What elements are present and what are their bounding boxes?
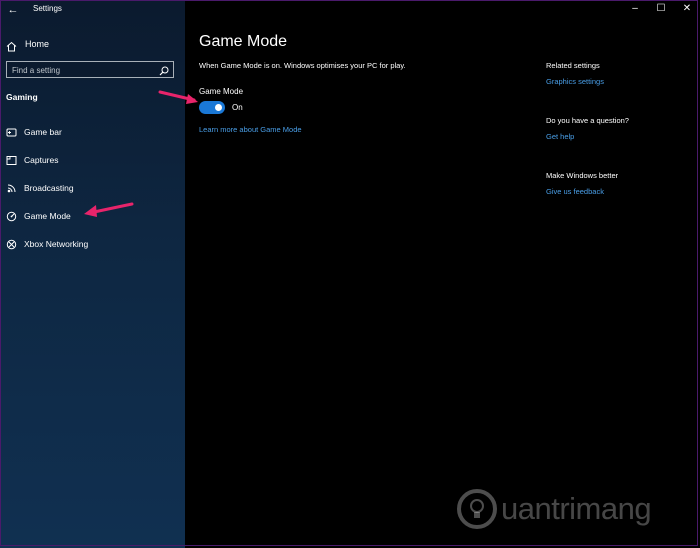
game-mode-toggle[interactable] xyxy=(199,101,225,114)
feedback-link[interactable]: Give us feedback xyxy=(546,187,604,196)
search-icon[interactable] xyxy=(158,64,170,76)
pointer-arrow-icon xyxy=(158,90,198,104)
related-settings-heading: Related settings xyxy=(546,61,600,70)
sidebar-item-xbox-networking[interactable]: Xbox Networking xyxy=(6,236,176,252)
sidebar-item-label: Game bar xyxy=(24,127,62,137)
sidebar-item-broadcasting[interactable]: Broadcasting xyxy=(6,180,176,196)
captures-icon xyxy=(6,155,17,166)
toggle-state: On xyxy=(232,103,243,112)
sidebar-item-label: Xbox Networking xyxy=(24,239,89,249)
sidebar-item-game-bar[interactable]: Game bar xyxy=(6,124,176,140)
search-box[interactable] xyxy=(6,61,174,78)
home-icon xyxy=(6,39,17,51)
game-mode-icon xyxy=(6,211,17,222)
get-help-link[interactable]: Get help xyxy=(546,132,574,141)
page-title: Game Mode xyxy=(199,33,288,50)
sidebar: Home Gaming Game bar Captures Broadcasti… xyxy=(0,0,185,548)
learn-more-link[interactable]: Learn more about Game Mode xyxy=(199,125,302,134)
lightbulb-logo-icon xyxy=(457,489,497,529)
app-title: Settings xyxy=(33,4,62,13)
description-text: When Game Mode is on. Windows optimises … xyxy=(199,61,406,70)
sidebar-item-label: Game Mode xyxy=(24,211,71,221)
sidebar-item-label: Captures xyxy=(24,155,59,165)
section-title: Gaming xyxy=(6,92,38,102)
sidebar-item-label: Broadcasting xyxy=(24,183,74,193)
graphics-settings-link[interactable]: Graphics settings xyxy=(546,77,604,86)
main-content: Game Mode When Game Mode is on. Windows … xyxy=(185,0,700,548)
toggle-knob xyxy=(215,104,222,111)
toggle-label: Game Mode xyxy=(199,87,244,96)
nav-home-label: Home xyxy=(25,39,50,49)
broadcasting-icon xyxy=(6,183,17,194)
search-input[interactable] xyxy=(10,63,159,78)
sidebar-item-captures[interactable]: Captures xyxy=(6,152,176,168)
xbox-icon xyxy=(6,239,17,250)
nav-home[interactable]: Home xyxy=(6,36,176,52)
pointer-arrow-icon xyxy=(84,202,134,217)
watermark: uantrimang xyxy=(455,486,695,532)
watermark-text: uantrimang xyxy=(501,491,652,526)
back-arrow-icon[interactable]: ← xyxy=(6,3,20,17)
game-bar-icon xyxy=(6,127,17,138)
windows-better-heading: Make Windows better xyxy=(546,171,619,180)
question-heading: Do you have a question? xyxy=(546,116,629,125)
